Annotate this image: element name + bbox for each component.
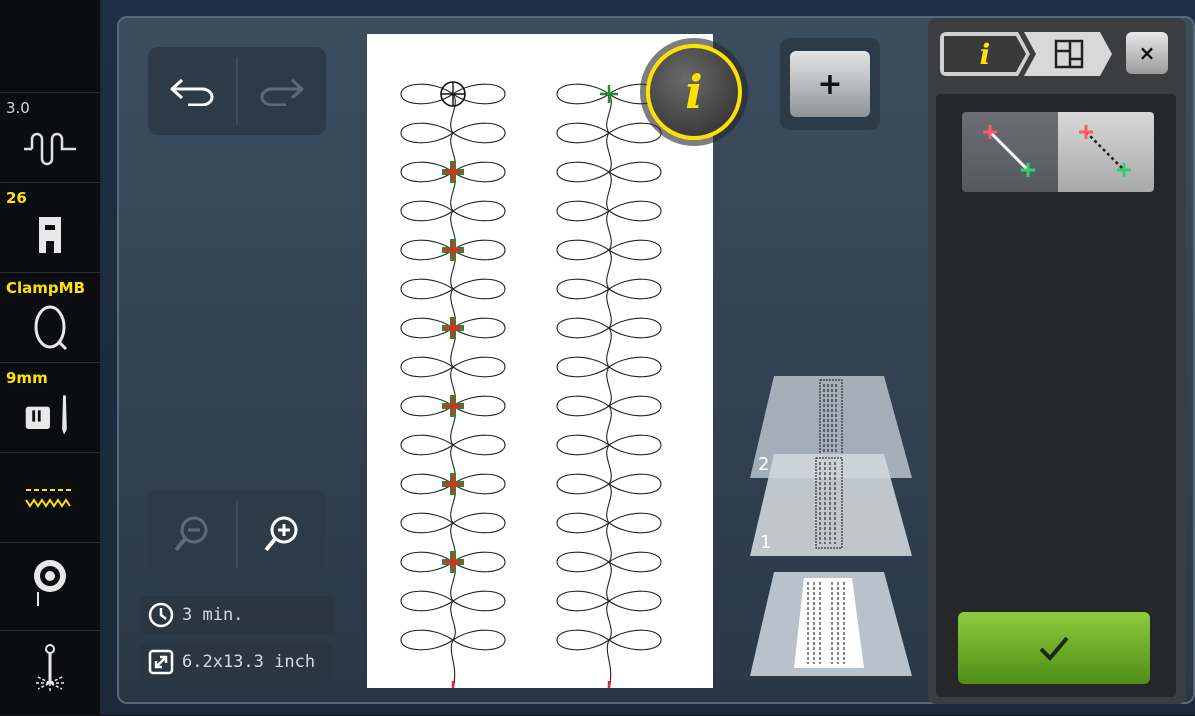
layer-1[interactable]: 1 [748, 452, 914, 562]
redo-button[interactable] [238, 47, 326, 135]
tab-info-icon: i [979, 37, 991, 71]
presser-foot-number: 26 [6, 189, 27, 207]
tab-layout[interactable] [1024, 32, 1114, 76]
time-info: 3 min. [140, 596, 335, 634]
hoop-item[interactable]: ClampMB [0, 272, 100, 363]
hoop-name: ClampMB [6, 279, 85, 297]
undo-button[interactable] [148, 47, 236, 135]
design-preview [400, 81, 662, 699]
layout-icon [1054, 39, 1084, 69]
add-button-frame: + [780, 38, 880, 130]
checkmark-icon [1039, 636, 1069, 661]
info-button[interactable]: i [646, 44, 742, 140]
zoom-group [148, 490, 326, 578]
zoom-in-button[interactable] [238, 490, 326, 578]
close-button[interactable]: × [1126, 32, 1168, 74]
bobbin-icon [22, 560, 78, 606]
hoop-icon [22, 305, 78, 351]
thread-icon [22, 644, 78, 693]
design-size: 6.2x13.3 inch [182, 652, 316, 672]
left-sidebar: 3.0 26 ClampMB 9mm [0, 0, 100, 715]
presser-foot-item[interactable]: 26 [0, 182, 100, 273]
info-icon: i [685, 65, 703, 119]
presser-foot-icon [22, 215, 78, 255]
needle-plate-item[interactable]: 9mm [0, 362, 100, 453]
add-button[interactable]: + [790, 51, 870, 117]
embroidery-canvas[interactable] [367, 34, 713, 699]
thread-tension-item[interactable] [0, 630, 100, 716]
undo-icon [170, 78, 214, 106]
size-info: 6.2x13.3 inch [140, 643, 332, 681]
layer-1-number: 1 [760, 532, 772, 553]
bobbin-item[interactable] [0, 542, 100, 631]
resize-icon [148, 649, 174, 675]
needle-plate-icon [22, 395, 78, 435]
clock-icon [148, 602, 174, 628]
stitch-time: 3 min. [182, 605, 244, 625]
stitch-width-icon [22, 129, 78, 169]
layer-all[interactable] [748, 570, 914, 682]
connect-solid-button[interactable] [962, 112, 1058, 192]
stitch-width-value: 3.0 [6, 99, 30, 117]
stitch-type-item[interactable] [0, 452, 100, 543]
needle-plate-size: 9mm [6, 369, 48, 387]
connect-solid-icon [983, 125, 1035, 177]
tab-info[interactable]: i [940, 32, 1030, 76]
zoom-out-icon [174, 516, 208, 552]
confirm-button[interactable] [958, 612, 1150, 684]
connect-dashed-icon [1079, 125, 1131, 177]
side-panel: i × [928, 18, 1186, 704]
undo-redo-group [148, 47, 326, 135]
stitch-icon [22, 477, 78, 517]
connect-dashed-button[interactable] [1058, 112, 1154, 192]
stitch-width-item[interactable]: 3.0 [0, 92, 100, 183]
zoom-out-button[interactable] [148, 490, 236, 578]
redo-icon [260, 78, 304, 106]
zoom-in-icon [264, 516, 298, 552]
